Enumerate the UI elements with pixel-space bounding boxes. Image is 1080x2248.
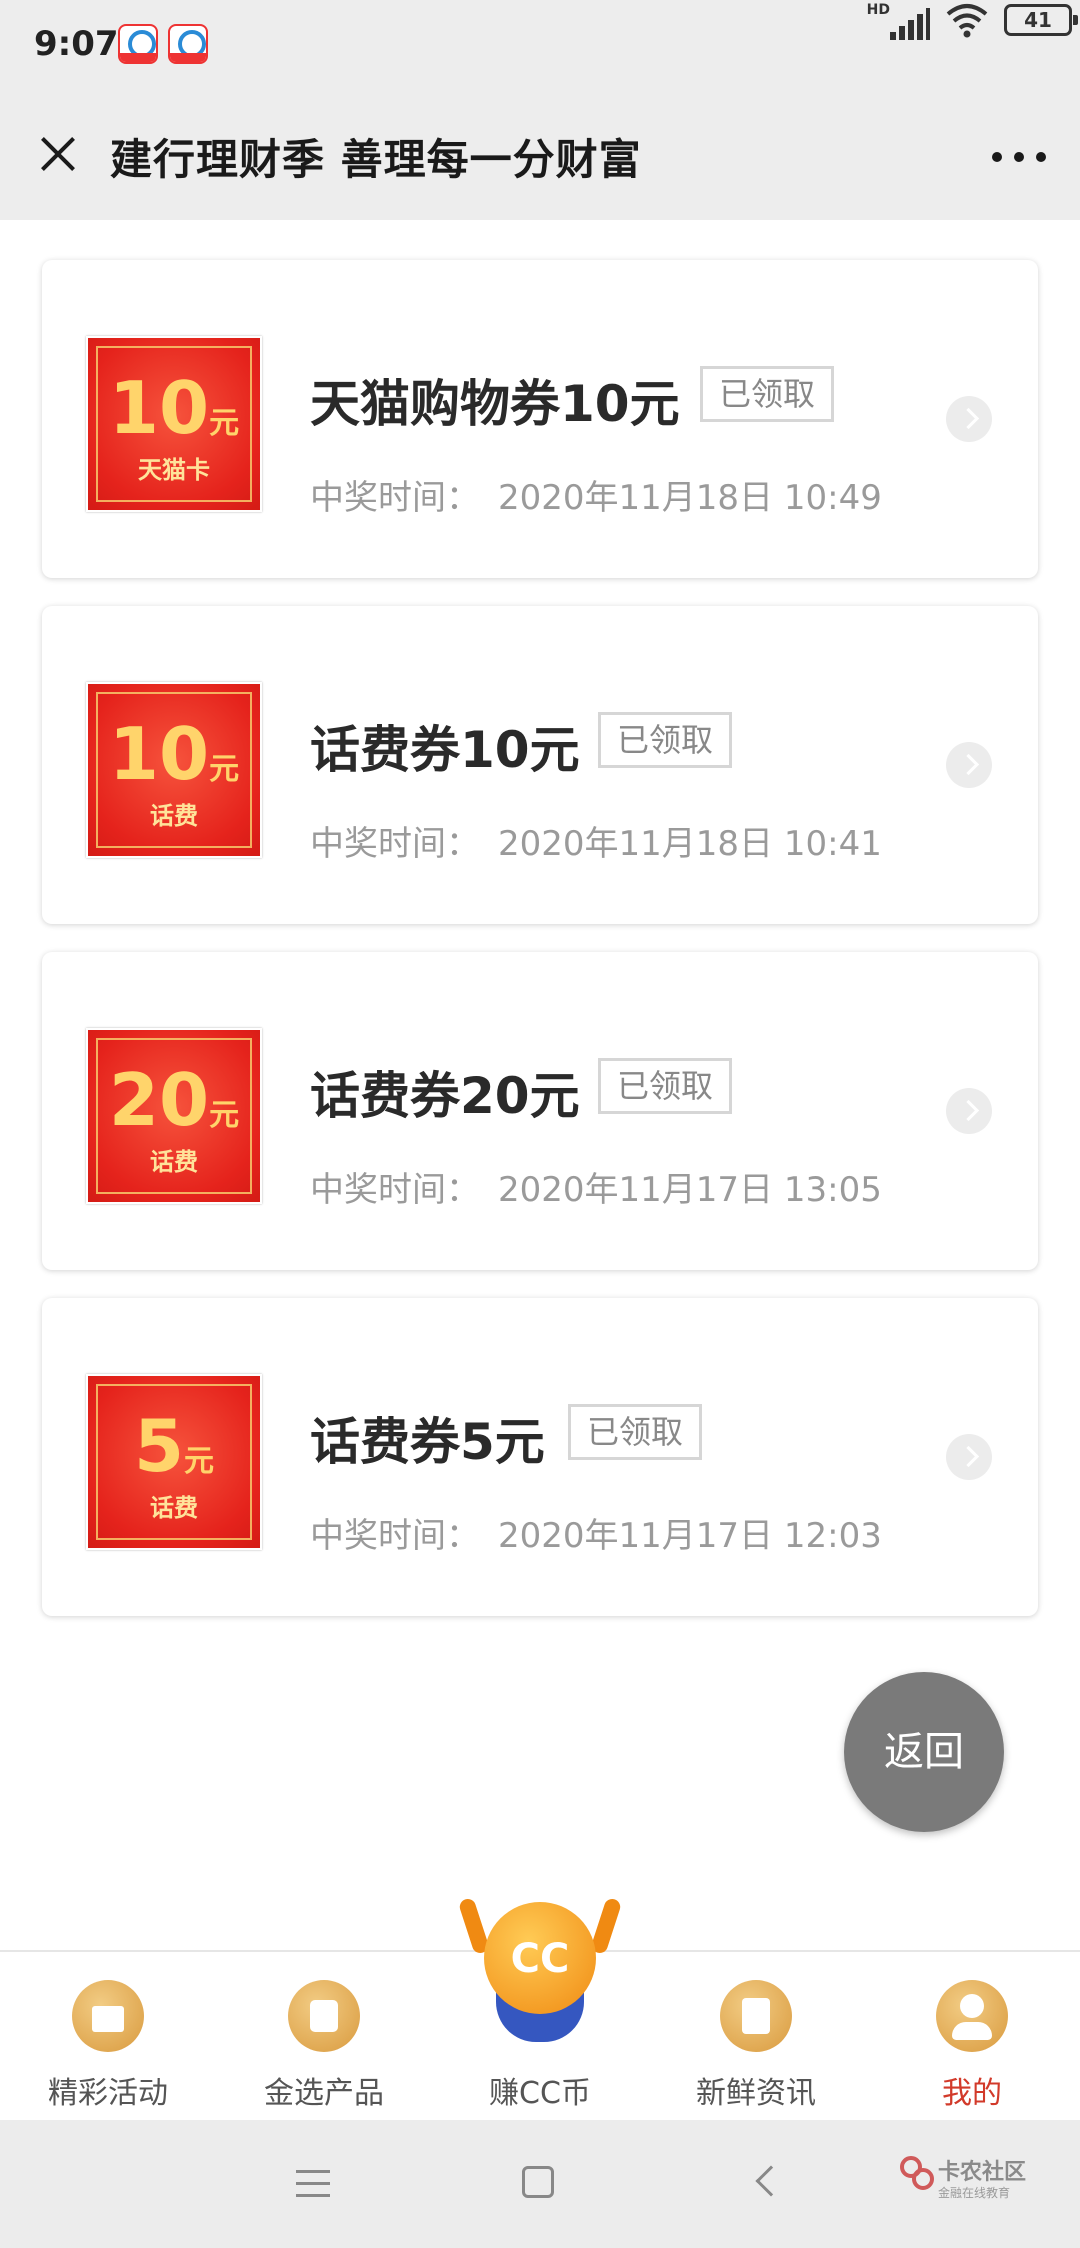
- coupon-unit: 元: [209, 752, 240, 787]
- coupon-unit: 元: [209, 406, 240, 441]
- carrier-icon: [168, 24, 208, 64]
- tab-news[interactable]: 新鲜资讯: [648, 1952, 864, 2122]
- prize-title: 话费券20元: [310, 1067, 580, 1125]
- coupon-image: 20元 话费: [86, 1028, 262, 1204]
- page-title: 建行理财季 善理每一分财富: [110, 135, 642, 184]
- coupon-unit: 元: [209, 1098, 240, 1133]
- tab-label: 精彩活动: [48, 2076, 168, 2111]
- prize-card[interactable]: 10元 话费 话费券10元 已领取 中奖时间： 2020年11月18日 10:41: [42, 606, 1038, 924]
- chevron-right-icon[interactable]: [946, 396, 992, 442]
- prize-time: 中奖时间： 2020年11月18日 10:49: [310, 478, 882, 518]
- bag-icon: [288, 1980, 360, 2052]
- home-icon[interactable]: [522, 2166, 554, 2198]
- news-icon: [720, 1980, 792, 2052]
- tab-label: 新鲜资讯: [696, 2076, 816, 2111]
- user-icon: [936, 1980, 1008, 2052]
- prize-time: 中奖时间： 2020年11月18日 10:41: [310, 824, 882, 864]
- chevron-right-icon[interactable]: [946, 742, 992, 788]
- coupon-type: 话费: [150, 802, 198, 830]
- tab-mine[interactable]: 我的: [864, 1952, 1080, 2122]
- chevron-right-icon[interactable]: [946, 1434, 992, 1480]
- coupon-amount: 10: [108, 366, 210, 450]
- coupon-amount: 10: [108, 712, 210, 796]
- close-icon[interactable]: [28, 124, 88, 184]
- prize-title: 话费券10元: [310, 721, 580, 779]
- system-nav-bar: 卡农社区 金融在线教育: [0, 2120, 1080, 2248]
- back-arrow-icon[interactable]: [755, 2165, 787, 2197]
- status-bar: 9:07 HD 41: [0, 0, 1080, 92]
- claimed-badge: 已领取: [568, 1404, 703, 1460]
- prize-card[interactable]: 5元 话费 话费券5元 已领取 中奖时间： 2020年11月17日 12:03: [42, 1298, 1038, 1616]
- watermark-subtext: 金融在线教育: [938, 2186, 1011, 2200]
- tab-label: 金选产品: [264, 2076, 384, 2111]
- title-bar: 建行理财季 善理每一分财富: [0, 92, 1080, 220]
- prize-card[interactable]: 10元 天猫卡 天猫购物券10元 已领取 中奖时间： 2020年11月18日 10…: [42, 260, 1038, 578]
- chevron-right-icon[interactable]: [946, 1088, 992, 1134]
- signal-icon: [890, 8, 930, 40]
- coupon-image: 10元 话费: [86, 682, 262, 858]
- prize-time: 中奖时间： 2020年11月17日 13:05: [310, 1170, 882, 1210]
- coupon-type: 天猫卡: [138, 456, 210, 484]
- battery-icon: 41: [1004, 4, 1078, 36]
- status-time: 9:07: [34, 24, 119, 64]
- prize-title: 话费券5元: [310, 1413, 545, 1471]
- prize-title: 天猫购物券10元: [310, 375, 680, 433]
- wifi-icon: [946, 2, 988, 38]
- mascot-label: CC: [510, 1936, 570, 1982]
- gift-icon: [72, 1980, 144, 2052]
- tab-label: 我的: [942, 2076, 1002, 2111]
- mascot-icon[interactable]: CC: [457, 1896, 623, 2048]
- coupon-unit: 元: [184, 1444, 215, 1479]
- tab-activities[interactable]: 精彩活动: [0, 1952, 216, 2122]
- prize-card[interactable]: 20元 话费 话费券20元 已领取 中奖时间： 2020年11月17日 13:05: [42, 952, 1038, 1270]
- back-button[interactable]: 返回: [844, 1672, 1004, 1832]
- claimed-badge: 已领取: [700, 366, 835, 422]
- coupon-image: 10元 天猫卡: [86, 336, 262, 512]
- coupon-image: 5元 话费: [86, 1374, 262, 1550]
- coupon-amount: 20: [108, 1058, 210, 1142]
- tab-products[interactable]: 金选产品: [216, 1952, 432, 2122]
- coupon-type: 话费: [150, 1494, 198, 1522]
- network-type-label: HD: [866, 2, 890, 18]
- claimed-badge: 已领取: [598, 1058, 733, 1114]
- tab-label: 赚CC币: [489, 2076, 591, 2111]
- carrier-icon: [118, 24, 158, 64]
- watermark-logo: [900, 2156, 934, 2190]
- watermark-text: 卡农社区: [938, 2160, 1027, 2185]
- menu-icon[interactable]: [296, 2170, 330, 2198]
- prize-time: 中奖时间： 2020年11月17日 12:03: [310, 1516, 882, 1556]
- more-options-icon[interactable]: [984, 132, 1054, 182]
- coupon-type: 话费: [150, 1148, 198, 1176]
- coupon-amount: 5: [133, 1404, 185, 1488]
- claimed-badge: 已领取: [598, 712, 733, 768]
